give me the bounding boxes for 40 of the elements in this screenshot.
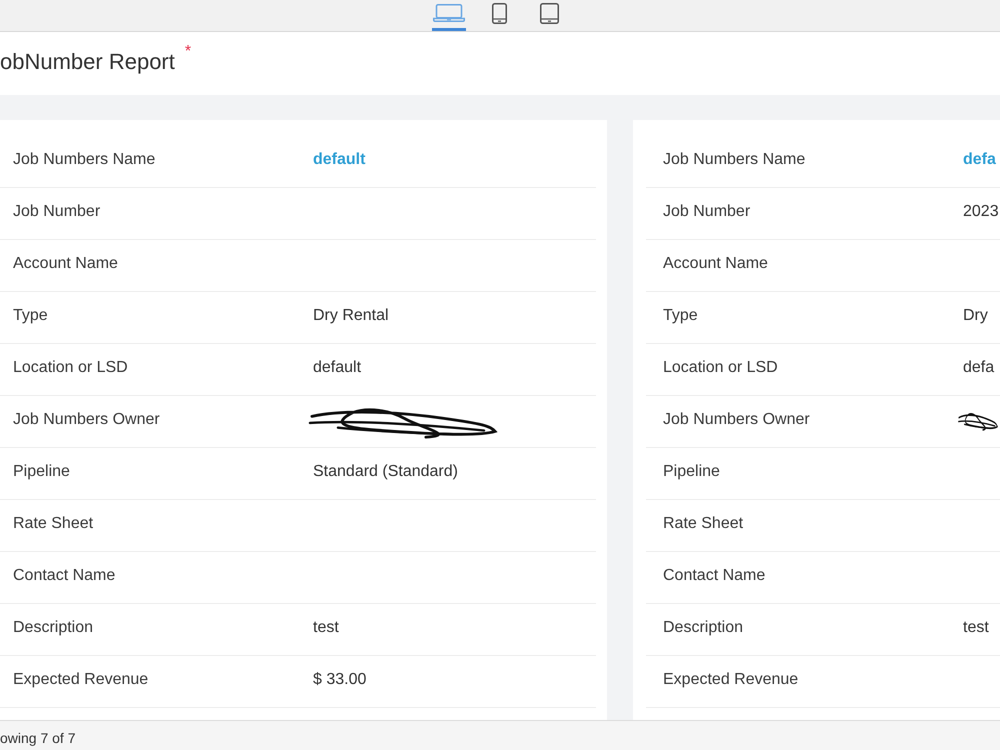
report-title: obNumber Report bbox=[0, 49, 175, 75]
field-label: Rate Sheet bbox=[13, 514, 94, 532]
field-label: Type bbox=[13, 306, 49, 324]
tablet-icon bbox=[540, 3, 558, 24]
field-value: Dry Rental bbox=[313, 306, 389, 324]
field-label: Job Numbers Owner bbox=[13, 410, 161, 428]
field-value: Standard (Standard) bbox=[313, 462, 458, 480]
field-label: Contact Name bbox=[663, 566, 766, 584]
field-value: test bbox=[963, 618, 989, 636]
field-value: default bbox=[313, 358, 362, 376]
phone-icon bbox=[492, 3, 506, 24]
field-value: $ 33.00 bbox=[313, 670, 366, 688]
field-label: Job Numbers Owner bbox=[663, 410, 811, 428]
field-label: Job Numbers Name bbox=[13, 150, 156, 168]
scribble-icon bbox=[958, 410, 998, 430]
laptop-icon bbox=[433, 4, 465, 22]
field-label: Rate Sheet bbox=[663, 514, 744, 532]
field-label: Expected Revenue bbox=[13, 670, 150, 688]
field-label: Expected Revenue bbox=[663, 670, 800, 688]
record-count: owing 7 of 7 bbox=[0, 730, 76, 746]
field-label: Description bbox=[13, 618, 94, 636]
field-label: Job Numbers Name bbox=[663, 150, 806, 168]
record-name-link[interactable]: default bbox=[313, 150, 366, 168]
field-label: Type bbox=[663, 306, 699, 324]
field-value: Dry bbox=[963, 306, 988, 324]
field-value: test bbox=[313, 618, 339, 636]
field-label: Location or LSD bbox=[663, 358, 779, 376]
field-label: Pipeline bbox=[663, 462, 721, 480]
field-label: Account Name bbox=[663, 254, 769, 272]
field-label: Account Name bbox=[13, 254, 119, 272]
field-label: Pipeline bbox=[13, 462, 71, 480]
record-name-link[interactable]: defa bbox=[963, 150, 996, 168]
field-label: Job Number bbox=[663, 202, 752, 220]
required-mark: * bbox=[184, 44, 192, 60]
field-label: Location or LSD bbox=[13, 358, 129, 376]
field-label: Contact Name bbox=[13, 566, 116, 584]
field-value: 2023 bbox=[963, 202, 999, 220]
field-label: Description bbox=[663, 618, 744, 636]
field-label: Job Number bbox=[13, 202, 102, 220]
field-value: defa bbox=[963, 358, 994, 376]
